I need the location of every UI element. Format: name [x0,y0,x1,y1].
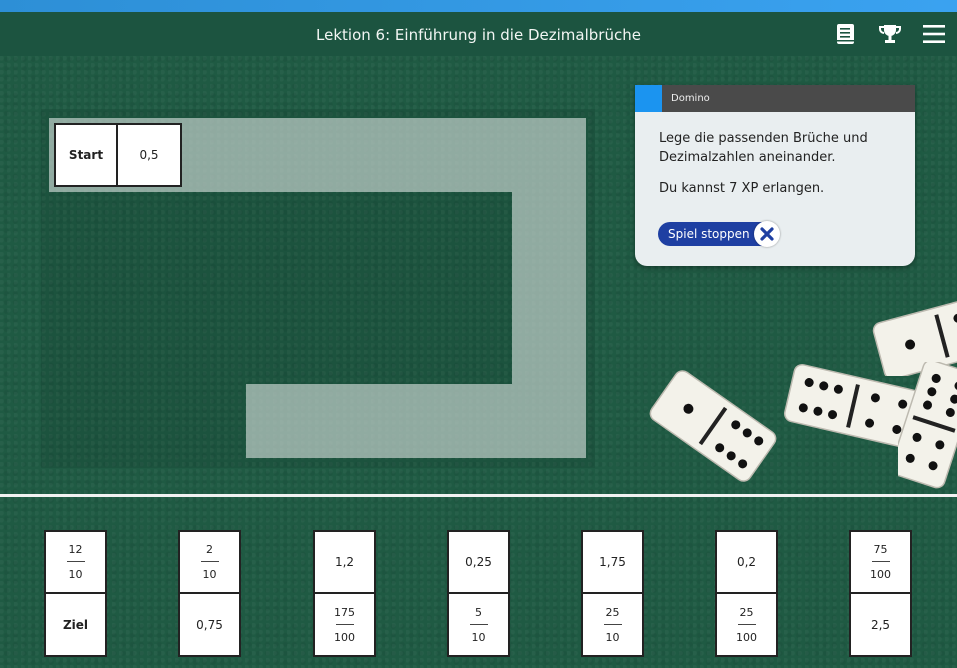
tile-top-half: 0,2 [717,532,776,594]
fraction: 25 10 [603,605,622,644]
fraction: 25 100 [736,606,757,644]
menu-icon[interactable] [922,22,946,46]
fraction-denominator: 10 [605,630,620,644]
fraction-denominator: 10 [471,630,486,644]
fraction: 5 10 [469,605,488,644]
start-domino-tile: Start 0,5 [54,123,182,187]
fraction-denominator: 10 [202,568,217,581]
fraction-numerator: 5 [475,605,482,619]
fraction-numerator: 75 [873,543,888,556]
fraction-numerator: 25 [739,605,754,619]
top-accent-strip [0,0,957,12]
tray-domino-tile[interactable]: 12 10 Ziel [44,530,107,657]
close-icon [754,221,780,247]
tile-top-half: 1,2 [315,532,374,594]
tile-bottom-half: 25 100 [717,594,776,655]
tile-top-half: 75 100 [851,532,910,594]
fraction-bar [603,623,622,625]
fraction: 12 10 [66,543,85,581]
tray-domino-tile[interactable]: 1,75 25 10 [581,530,644,657]
start-value: 0,5 [139,148,159,162]
card-header-label: Domino [671,93,710,104]
fraction-bar [335,623,354,625]
card-xp-text: Du kannst 7 XP erlangen. [659,181,825,196]
tile-bottom-half: 2,5 [870,617,891,632]
trophy-icon[interactable] [878,22,902,46]
fraction-bar [737,623,756,625]
tray-domino-tile[interactable]: 0,2 25 100 [715,530,778,657]
fraction-denominator: 100 [870,568,891,581]
domino-track-bottom[interactable] [246,384,586,458]
tile-bottom-half: Ziel [62,617,89,632]
decorative-domino [890,359,957,494]
fraction-denominator: 10 [68,568,83,581]
lesson-title: Lektion 6: Einführung in die Dezimalbrüc… [316,26,641,44]
card-header: Domino [635,85,915,112]
header-bar: Lektion 6: Einführung in die Dezimalbrüc… [0,12,957,56]
fraction: 75 100 [870,543,891,581]
tray-domino-tile[interactable]: 2 10 0,75 [178,530,241,657]
fraction-denominator: 100 [334,630,355,644]
stop-game-label: Spiel stoppen [668,227,750,241]
tray-divider [0,494,957,497]
tile-bottom-half: 0,75 [196,617,223,632]
tray-domino-tile[interactable]: 0,25 5 10 [447,530,510,657]
fraction-denominator: 100 [736,630,757,644]
fraction: 2 10 [200,543,219,581]
card-instruction: Lege die passenden Brüche und Dezimalzah… [659,131,868,165]
fraction: 175 100 [334,606,355,644]
tray-domino-tile[interactable]: 1,2 175 100 [313,530,376,657]
fraction-bar [200,561,219,562]
decorative-domino [644,360,782,496]
fraction-numerator: 2 [206,543,213,556]
tile-top-half: 2 10 [180,532,239,594]
tile-top-half: 0,25 [449,532,508,594]
stop-game-button[interactable]: Spiel stoppen [658,221,780,247]
tile-top-half: 1,75 [583,532,642,594]
tile-bottom-half: 25 10 [583,594,642,655]
start-label: Start [56,125,118,185]
tray-domino-tile[interactable]: 75 100 2,5 [849,530,912,657]
tile-top-half: 12 10 [46,532,105,594]
fraction-numerator: 12 [68,543,83,556]
card-accent [635,85,662,112]
fraction-bar [66,561,85,562]
info-card: Domino Lege die passenden Brüche und Dez… [635,85,915,266]
fraction-numerator: 25 [605,605,620,619]
domino-track-right[interactable] [512,192,586,384]
fraction-bar [871,561,890,562]
book-icon[interactable] [834,22,858,46]
tile-bottom-half: 5 10 [449,594,508,655]
fraction-numerator: 175 [334,605,355,619]
tile-bottom-half: 175 100 [315,594,374,655]
fraction-bar [469,623,488,625]
